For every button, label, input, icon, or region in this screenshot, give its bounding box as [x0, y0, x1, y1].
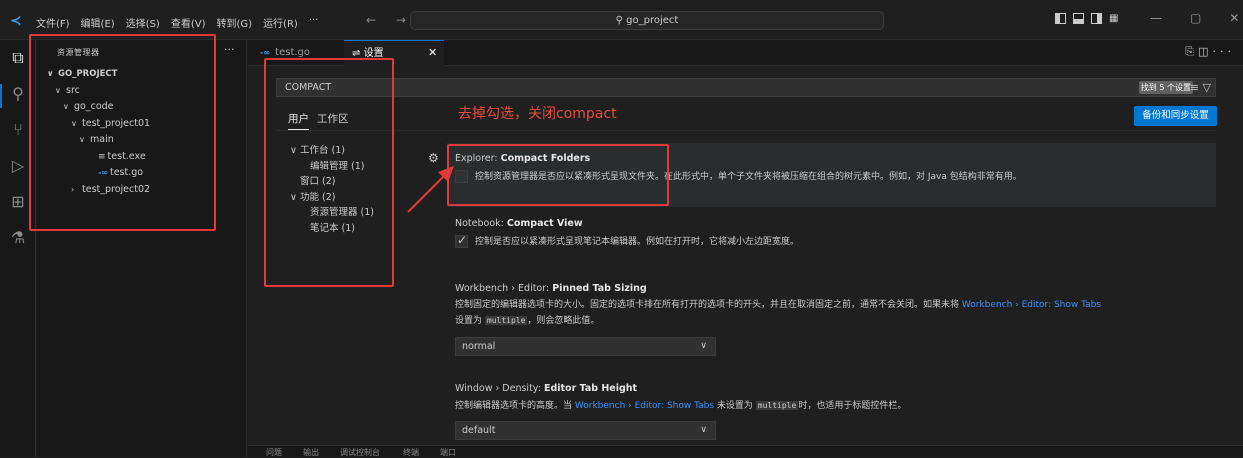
panel-tab-ports[interactable]: 端口 — [440, 447, 456, 458]
editor-area: -∞ test.go ⇌ 设置 ✕ ⎘◫··· COMPACT 找到 5 个设置… — [248, 40, 1243, 457]
show-tabs-link[interactable]: Workbench › Editor: Show Tabs — [962, 300, 1101, 310]
code-multiple: multiple — [755, 401, 799, 410]
tab-label: test.go — [275, 47, 311, 58]
setting-pinned-tab-sizing: Workbench › Editor: Pinned Tab Sizing 控制… — [455, 283, 1215, 356]
menu-bar: 文件(F) 编辑(E) 选择(S) 查看(V) 转到(G) 运行(R) ··· — [36, 15, 318, 30]
go-file-icon: -∞ — [260, 48, 270, 57]
annotation-box-setting — [447, 144, 669, 206]
toggle-panel-icon[interactable] — [1073, 13, 1084, 24]
menu-go[interactable]: 转到(G) — [217, 15, 253, 30]
window-controls: — ▢ ✕ — [1150, 11, 1239, 25]
annotation-arrow-icon — [407, 166, 454, 213]
toggle-secondary-sidebar-icon[interactable] — [1091, 13, 1102, 24]
setting-description: 控制固定的编辑器选项卡的大小。固定的选项卡排在所有打开的选项卡的开头，并且在取消… — [455, 300, 1102, 326]
tab-bar: -∞ test.go ⇌ 设置 ✕ ⎘◫··· — [248, 40, 1243, 66]
menu-run[interactable]: 运行(R) — [263, 15, 298, 30]
testing-flask-icon[interactable]: ⚗ — [8, 228, 28, 248]
setting-description: 控制编辑器选项卡的高度。当 Workbench › Editor: Show T… — [455, 401, 907, 411]
active-indicator — [0, 84, 2, 108]
menu-file[interactable]: 文件(F) — [36, 15, 70, 30]
editor-actions: ⎘◫··· — [1185, 45, 1235, 59]
settings-search-input[interactable]: COMPACT 找到 5 个设置 ≡ ▽ — [276, 78, 1216, 97]
annotation-text: 去掉勾选，关闭compact — [458, 106, 617, 122]
vscode-logo-icon[interactable]: ≺ — [10, 13, 22, 29]
search-icon[interactable]: ⚲ — [8, 84, 28, 104]
toggle-sidebar-icon[interactable] — [1055, 13, 1066, 24]
filter-icon[interactable]: ≡ ▽ — [1190, 79, 1211, 96]
annotation-box-explorer — [29, 34, 216, 231]
layout-controls: ▦ — [1055, 13, 1120, 24]
backup-sync-button[interactable]: 备份和同步设置 — [1134, 106, 1217, 126]
pinned-tab-sizing-select[interactable]: normal ∨ — [455, 337, 716, 356]
panel-tab-debug-console[interactable]: 调试控制台 — [340, 447, 380, 458]
close-tab-icon[interactable]: ✕ — [428, 40, 437, 66]
results-count-badge: 找到 5 个设置 — [1138, 81, 1193, 94]
explorer-files-icon[interactable]: ⧉ — [8, 48, 28, 68]
editor-tab-height-select[interactable]: default ∨ — [455, 421, 716, 440]
run-debug-icon[interactable]: ▷ — [8, 156, 28, 176]
code-multiple: multiple — [484, 316, 528, 325]
chevron-down-icon: ∨ — [700, 425, 707, 435]
setting-description: 控制是否应以紧凑形式呈现笔记本编辑器。例如在打开时，它将减小左边距宽度。 — [455, 233, 1215, 250]
menu-more[interactable]: ··· — [309, 15, 319, 30]
source-control-icon[interactable]: ⑂ — [8, 120, 28, 140]
menu-edit[interactable]: 编辑(E) — [81, 15, 115, 30]
more-actions-icon[interactable]: ··· — [1213, 45, 1236, 58]
setting-editor-tab-height: Window › Density: Editor Tab Height 控制编辑… — [455, 383, 1215, 440]
setting-title: Notebook: Compact View — [455, 218, 583, 229]
maximize-icon[interactable]: ▢ — [1190, 11, 1201, 25]
panel-tab-terminal[interactable]: 终端 — [403, 447, 419, 458]
menu-selection[interactable]: 选择(S) — [126, 15, 160, 30]
panel-bar: 问题 输出 调试控制台 终端 端口 — [248, 445, 1243, 457]
nav-arrows-icon[interactable]: ← → — [366, 13, 414, 27]
panel-tab-problems[interactable]: 问题 — [266, 447, 282, 458]
chevron-down-icon: ∨ — [700, 341, 707, 351]
annotation-box-toc — [264, 58, 394, 287]
panel-tab-output[interactable]: 输出 — [303, 447, 319, 458]
split-editor-icon[interactable]: ◫ — [1198, 45, 1212, 58]
setting-title: Workbench › Editor: Pinned Tab Sizing — [455, 283, 647, 294]
setting-notebook-compact-view: Notebook: Compact View 控制是否应以紧凑形式呈现笔记本编辑… — [455, 218, 1215, 250]
explorer-more-icon[interactable]: ··· — [224, 43, 235, 56]
show-tabs-link[interactable]: Workbench › Editor: Show Tabs — [575, 401, 714, 411]
open-settings-json-icon[interactable]: ⎘ — [1185, 45, 1198, 58]
close-window-icon[interactable]: ✕ — [1229, 11, 1239, 25]
menu-view[interactable]: 查看(V) — [171, 15, 206, 30]
compact-view-checkbox[interactable] — [455, 233, 468, 248]
divider — [276, 130, 1216, 131]
extensions-icon[interactable]: ⊞ — [8, 192, 28, 212]
command-center-search[interactable]: ⚲ go_project — [410, 11, 884, 30]
setting-title: Window › Density: Editor Tab Height — [455, 383, 638, 394]
customize-layout-icon[interactable]: ▦ — [1109, 13, 1120, 24]
minimize-icon[interactable]: — — [1150, 11, 1162, 25]
